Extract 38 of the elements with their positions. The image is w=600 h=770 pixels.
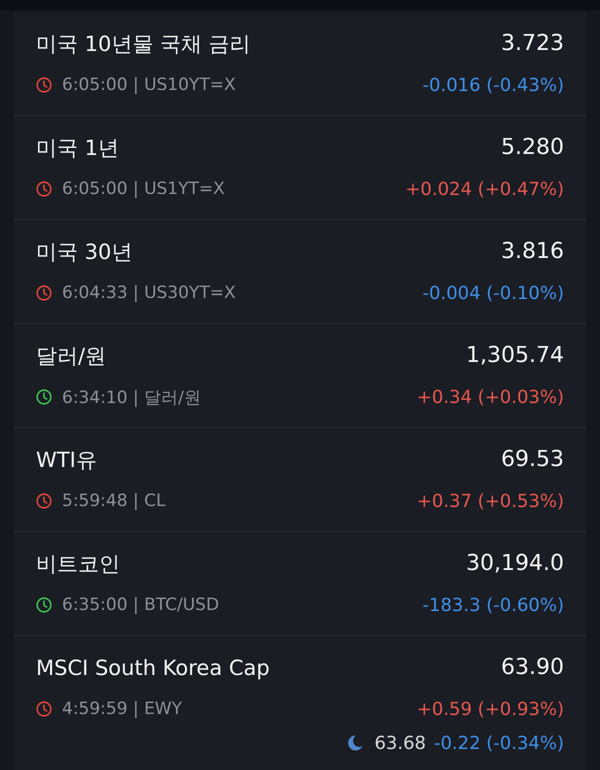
quote-change: +0.34 (+0.03%) [416,386,564,408]
quote-price: 1,305.74 [466,342,564,370]
quote-name: 달러/원 [36,343,108,370]
quote-price: 30,194.0 [466,550,564,578]
quote-change: -183.3 (-0.60%) [422,594,564,616]
quote-time-symbol: 6:35:00 | BTC/USD [62,595,220,615]
moon-icon [346,734,364,752]
quote-name: 미국 10년물 국채 금리 [36,31,252,58]
quote-time-symbol: 6:05:00 | US10YT=X [62,75,237,95]
quote-row[interactable]: 달러/원 1,305.74 6:34:10 | 달러/원 +0.34 (+0.03%) [14,324,586,428]
quote-name: WTI유 [36,447,98,474]
quote-change: +0.59 (+0.93%) [416,698,564,720]
quote-change: +0.37 (+0.53%) [416,490,564,512]
quote-time-symbol: 5:59:48 | CL [62,491,166,511]
after-hours-price: 63.68 [374,732,426,754]
quote-name: 미국 30년 [36,239,134,266]
after-hours-change: -0.22 (-0.34%) [434,732,564,754]
quote-name: 비트코인 [36,551,121,578]
quote-time-symbol: 6:04:33 | US30YT=X [62,283,237,303]
quote-row[interactable]: 미국 1년 5.280 6:05:00 | US1YT=X +0.024 (+0.47%) [14,116,586,220]
quote-time-symbol: 4:59:59 | EWY [62,699,184,719]
quote-row[interactable]: 비트코인 30,194.0 6:35:00 | BTC/USD -183.3 (-0.60%) [14,532,586,636]
quote-time-symbol: 6:34:10 | 달러/원 [62,386,202,408]
quote-change: -0.016 (-0.43%) [422,74,564,96]
quote-price: 5.280 [501,134,564,162]
quote-row[interactable]: MSCI South Korea Cap 63.90 4:59:59 | EWY +0.59 (+0.93%) 63.68 -0.22 (-0.34%) [14,636,586,770]
quote-price: 69.53 [501,446,564,474]
quote-change: +0.024 (+0.47%) [405,178,564,200]
quote-row[interactable]: WTI유 69.53 5:59:48 | CL +0.37 (+0.53%) [14,428,586,532]
quote-change: -0.004 (-0.10%) [422,282,564,304]
quote-time-symbol: 6:05:00 | US1YT=X [62,179,226,199]
quote-row[interactable]: 미국 30년 3.816 6:04:33 | US30YT=X -0.004 (-0.10%) [14,220,586,324]
quote-price: 3.723 [501,30,564,58]
quote-row[interactable]: 미국 10년물 국채 금리 3.723 6:05:00 | US10YT=X -0.016 (-0.43%) [14,12,586,116]
quote-name: MSCI South Korea Cap [36,655,271,682]
quote-price: 63.90 [501,654,564,682]
quote-price: 3.816 [501,238,564,266]
quote-name: 미국 1년 [36,135,120,162]
